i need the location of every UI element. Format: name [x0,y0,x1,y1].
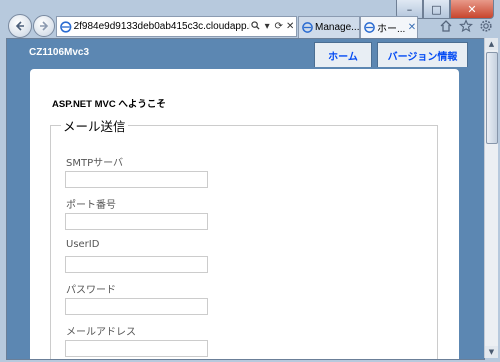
menu-item-version-info[interactable]: バージョン情報 [377,42,468,67]
browser-toolbar: 2f984e9d9133deb0ab415c3c.cloudapp.net/ ▾… [0,12,500,40]
main-content: ASP.NET MVC へようこそ メール送信 SMTPサーバ ポート番号 Us… [30,69,459,359]
tab-label: Manage... [315,22,359,33]
site-menu: ホーム バージョン情報 [314,42,468,67]
settings-gear-icon[interactable] [478,18,494,34]
userid-label: UserID [66,239,100,250]
stop-button[interactable]: ✕ [284,21,296,32]
ie-page-icon [302,22,313,33]
password-input[interactable] [65,298,208,315]
site-header: CZ1106Mvc3 ホーム バージョン情報 [7,39,484,71]
back-arrow-icon [15,21,24,31]
address-url[interactable]: 2f984e9d9133deb0ab415c3c.cloudapp.net/ [74,21,250,32]
port-number-input[interactable] [65,213,208,230]
tab-home[interactable]: ホー... ✕ [360,16,418,38]
page-viewport: CZ1106Mvc3 ホーム バージョン情報 ASP.NET MVC へようこそ… [6,38,485,360]
email-address-input[interactable] [65,340,208,357]
scroll-up-arrow-icon[interactable]: ▲ [485,38,498,50]
close-tab-icon[interactable]: ✕ [407,22,417,33]
forward-button[interactable] [33,15,55,37]
smtp-server-label: SMTPサーバ [66,158,124,169]
address-bar[interactable]: 2f984e9d9133deb0ab415c3c.cloudapp.net/ ▾… [56,16,297,37]
userid-input[interactable] [65,256,208,273]
fieldset-legend: メール送信 [63,119,126,134]
port-number-label: ポート番号 [66,200,116,211]
favorites-star-icon[interactable] [458,18,474,34]
menu-item-home[interactable]: ホーム [314,42,372,67]
ie-page-icon [60,20,72,33]
refresh-button[interactable]: ⟳ [273,21,285,32]
scroll-down-arrow-icon[interactable]: ▼ [485,346,498,358]
email-address-label: メールアドレス [66,327,136,338]
vertical-scrollbar[interactable]: ▲ ▼ [484,38,498,358]
browser-tool-icons [438,18,494,34]
site-title: CZ1106Mvc3 [29,47,90,58]
smtp-server-input[interactable] [65,171,208,188]
ie-page-icon [364,22,375,33]
welcome-heading: ASP.NET MVC へようこそ [52,99,166,110]
tab-label: ホー... [377,24,406,35]
search-icon[interactable] [250,20,262,33]
home-icon[interactable] [438,18,454,34]
back-button[interactable] [8,14,32,38]
browser-window: – □ ✕ 2f984e9d9133deb0ab415c3c.cloudapp.… [0,0,500,362]
tab-manage[interactable]: Manage... [298,16,360,38]
address-dropdown-button[interactable]: ▾ [261,21,273,32]
scrollbar-thumb[interactable] [486,52,498,144]
mail-send-fieldset: メール送信 SMTPサーバ ポート番号 UserID パスワード メールアドレス [50,116,438,359]
forward-arrow-icon [40,21,49,31]
password-label: パスワード [66,285,116,296]
